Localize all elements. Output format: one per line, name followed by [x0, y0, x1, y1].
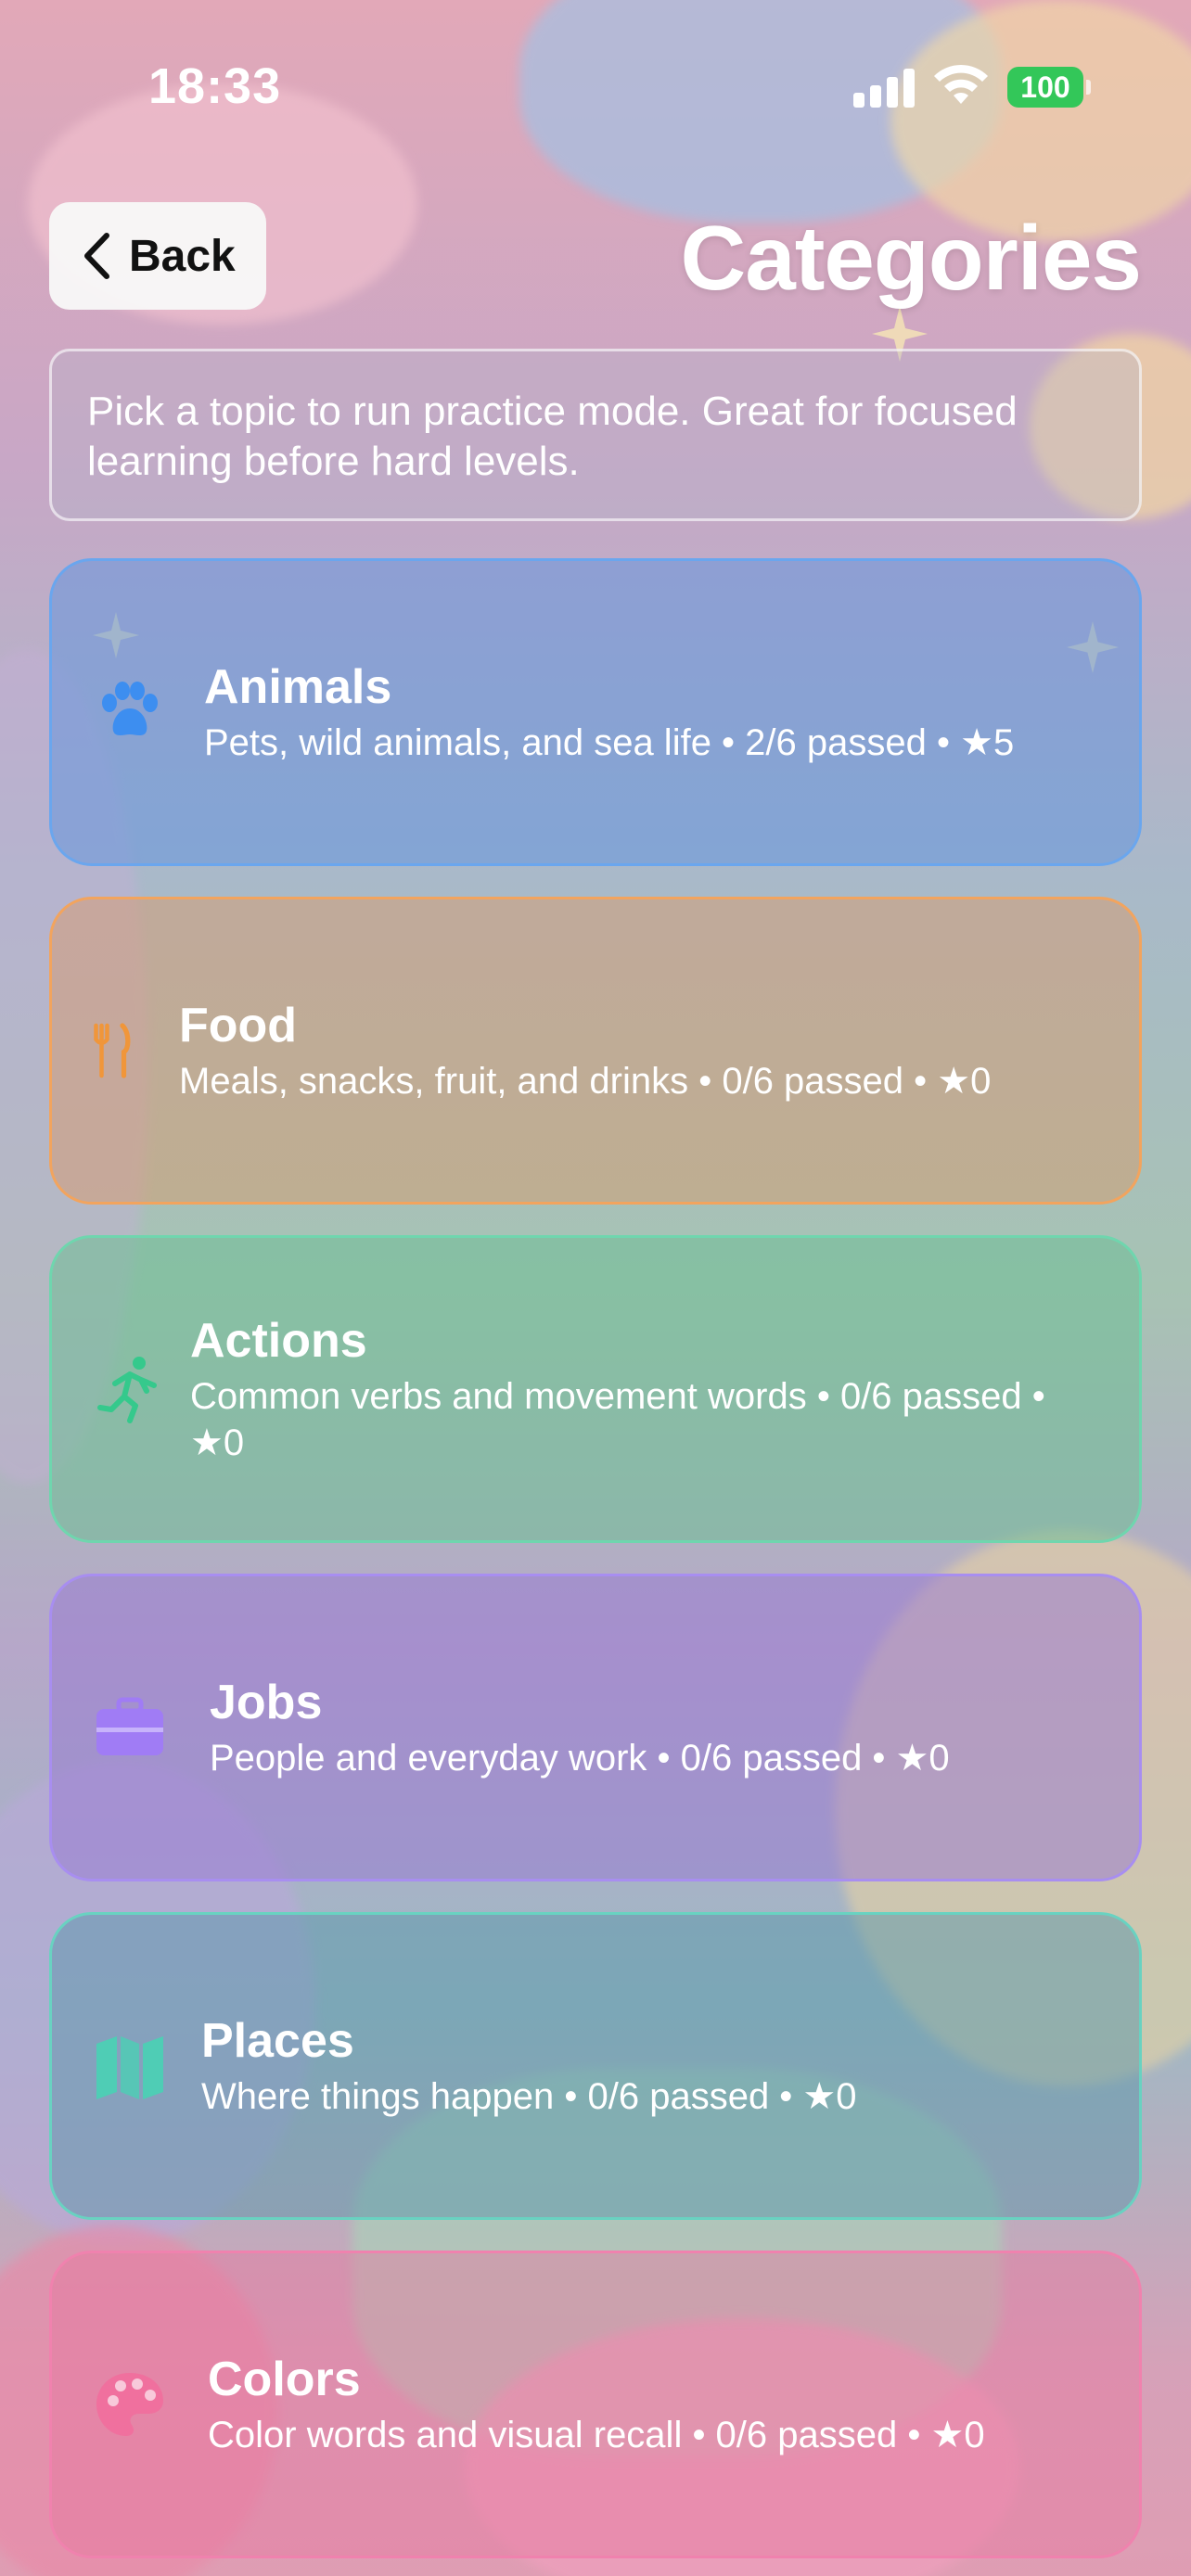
paw-icon — [102, 682, 158, 735]
category-card-animals[interactable]: Animals Pets, wild animals, and sea life… — [49, 558, 1142, 866]
page-title: Categories — [680, 207, 1142, 309]
back-button-label: Back — [129, 231, 236, 281]
cellular-signal-icon — [853, 67, 916, 108]
category-title: Places — [201, 2014, 354, 2068]
category-meta: Meals, snacks, fruit, and drinks • 0/6 p… — [179, 1061, 992, 1102]
category-meta: Common verbs and movement words • 0/6 pa… — [190, 1376, 1045, 1463]
category-meta: Where things happen • 0/6 passed • ★0 — [201, 2076, 857, 2117]
wifi-icon — [934, 64, 988, 104]
category-meta: Color words and visual recall • 0/6 pass… — [208, 2415, 985, 2455]
palette-icon — [96, 2373, 163, 2436]
category-list: Animals Pets, wild animals, and sea life… — [49, 558, 1142, 2576]
category-title: Actions — [190, 1314, 367, 1368]
category-title: Jobs — [210, 1676, 323, 1729]
category-card-colors[interactable]: Colors Color words and visual recall • 0… — [49, 2251, 1142, 2558]
briefcase-icon — [96, 1697, 163, 1755]
fork-knife-icon — [94, 1023, 131, 1078]
battery-indicator: 100 — [1007, 67, 1091, 108]
category-card-jobs[interactable]: Jobs People and everyday work • 0/6 pass… — [49, 1574, 1142, 1881]
running-person-icon — [97, 1357, 157, 1423]
category-title: Animals — [204, 660, 392, 714]
map-icon — [96, 2036, 163, 2099]
back-button[interactable]: Back — [49, 202, 266, 310]
category-card-actions[interactable]: Actions Common verbs and movement words … — [49, 1235, 1142, 1543]
status-bar: 18:33 100 — [0, 0, 1191, 176]
category-title: Food — [179, 999, 298, 1052]
status-time: 18:33 — [148, 58, 282, 114]
category-meta: Pets, wild animals, and sea life • 2/6 p… — [204, 722, 1015, 763]
category-title: Colors — [208, 2353, 361, 2406]
category-card-food[interactable]: Food Meals, snacks, fruit, and drinks • … — [49, 897, 1142, 1205]
chevron-left-icon — [84, 233, 109, 279]
category-card-places[interactable]: Places Where things happen • 0/6 passed … — [49, 1912, 1142, 2220]
intro-description: Pick a topic to run practice mode. Great… — [49, 349, 1142, 521]
category-meta: People and everyday work • 0/6 passed • … — [210, 1738, 950, 1779]
